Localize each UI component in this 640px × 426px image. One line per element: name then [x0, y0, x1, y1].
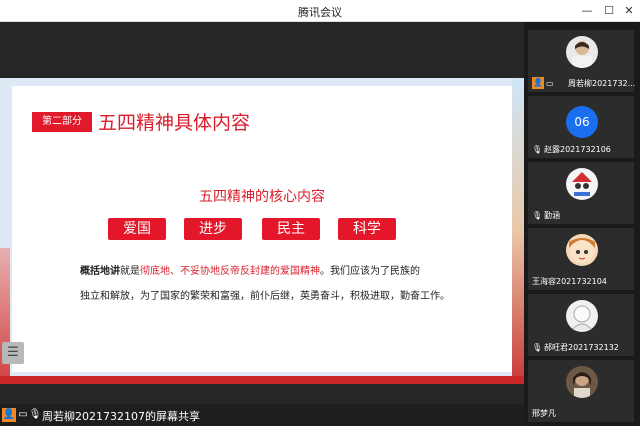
pill-patriotism: 爱国 [108, 218, 166, 240]
close-button[interactable]: ✕ [620, 3, 638, 19]
section-tag: 第二部分 [32, 112, 92, 132]
slide-paragraph-line-2: 独立和解放，为了国家的繁荣和富强，前仆后继，英勇奋斗，积极进取，勤奋工作。 [80, 291, 450, 302]
participant-tile[interactable]: 王海容2021732104 [528, 228, 634, 290]
slide-paragraph-line-1: 概括地讲就是彻底地、不妥协地反帝反封建的爱国精神。我们应该为了民族的 [80, 262, 420, 277]
maximize-button[interactable]: ☐ [600, 3, 618, 19]
window-title: 腾讯会议 [298, 6, 342, 19]
screen-share-icon: ▭ [546, 79, 554, 88]
pill-democracy: 民主 [262, 218, 320, 240]
sketch-avatar-icon [566, 300, 598, 332]
minimize-button[interactable]: — [578, 3, 596, 19]
photo-avatar-icon [566, 366, 598, 398]
participant-name: 王海容2021732104 [532, 277, 607, 286]
presentation-slide: 第二部分 五四精神具体内容 五四精神的核心内容 爱国 进步 民主 科学 概括地讲… [0, 78, 524, 384]
meeting-window: 腾讯会议 — ☐ ✕ 第二部分 五四精神具体内容 五四精神的核心内容 爱国 进步… [0, 0, 640, 426]
participant-name: 勤涵 [544, 211, 560, 220]
title-bar: 腾讯会议 — ☐ ✕ [0, 0, 640, 22]
cartoon-avatar-icon [566, 168, 598, 200]
share-status-text: 周若柳2021732107的屏幕共享 [42, 410, 200, 423]
photo-avatar-icon [566, 36, 598, 68]
pill-progress: 进步 [184, 218, 242, 240]
participant-tile[interactable]: 06 🎙 赵露2021732106 [528, 96, 634, 158]
slide-subheading: 五四精神的核心内容 [199, 189, 325, 205]
participant-tile[interactable]: 邢梦凡 [528, 360, 634, 422]
shared-screen-area: 第二部分 五四精神具体内容 五四精神的核心内容 爱国 进步 民主 科学 概括地讲… [0, 22, 524, 426]
participant-panel: 👤 ▭ 周若柳2021732... 06 🎙 赵露2021732106 🎙 勤涵… [524, 22, 640, 426]
mic-muted-icon: 🎙 [532, 211, 543, 220]
mic-muted-icon: 🎙 [532, 343, 543, 352]
anime-avatar-icon [566, 234, 598, 266]
mic-muted-icon: 🎙 [28, 409, 42, 420]
para-bold: 概括地讲 [80, 266, 120, 277]
para-plain-2: 。我们应该为了民族的 [320, 266, 420, 277]
mic-muted-icon: 🎙 [532, 145, 543, 154]
host-icon: 👤 [2, 408, 16, 422]
para-plain-1: 就是 [120, 266, 140, 277]
screen-share-bar: 👤 ▭ 🎙 周若柳2021732107的屏幕共享 [0, 404, 524, 426]
slide-heading: 五四精神具体内容 [98, 112, 251, 134]
participant-name: 邢梦凡 [532, 409, 556, 418]
participant-tile[interactable]: 🎙 郝旺君2021732132 [528, 294, 634, 356]
participant-tile[interactable]: 👤 ▭ 周若柳2021732... [528, 30, 636, 92]
slide-card: 第二部分 五四精神具体内容 五四精神的核心内容 爱国 进步 民主 科学 概括地讲… [12, 86, 512, 372]
slide-decoration-bottom [0, 376, 524, 384]
host-icon: 👤 [532, 77, 544, 89]
para-red: 彻底地、不妥协地反帝反封建的爱国精神 [140, 266, 320, 277]
pill-science: 科学 [338, 218, 396, 240]
menu-icon[interactable]: ☰ [2, 342, 24, 364]
participant-name: 郝旺君2021732132 [544, 343, 619, 352]
slide-decoration-right [512, 78, 524, 384]
participant-tile[interactable]: 🎙 勤涵 [528, 162, 634, 224]
participant-name: 周若柳2021732... [568, 79, 636, 88]
initials-avatar: 06 [566, 106, 598, 138]
participant-name: 赵露2021732106 [544, 145, 611, 154]
